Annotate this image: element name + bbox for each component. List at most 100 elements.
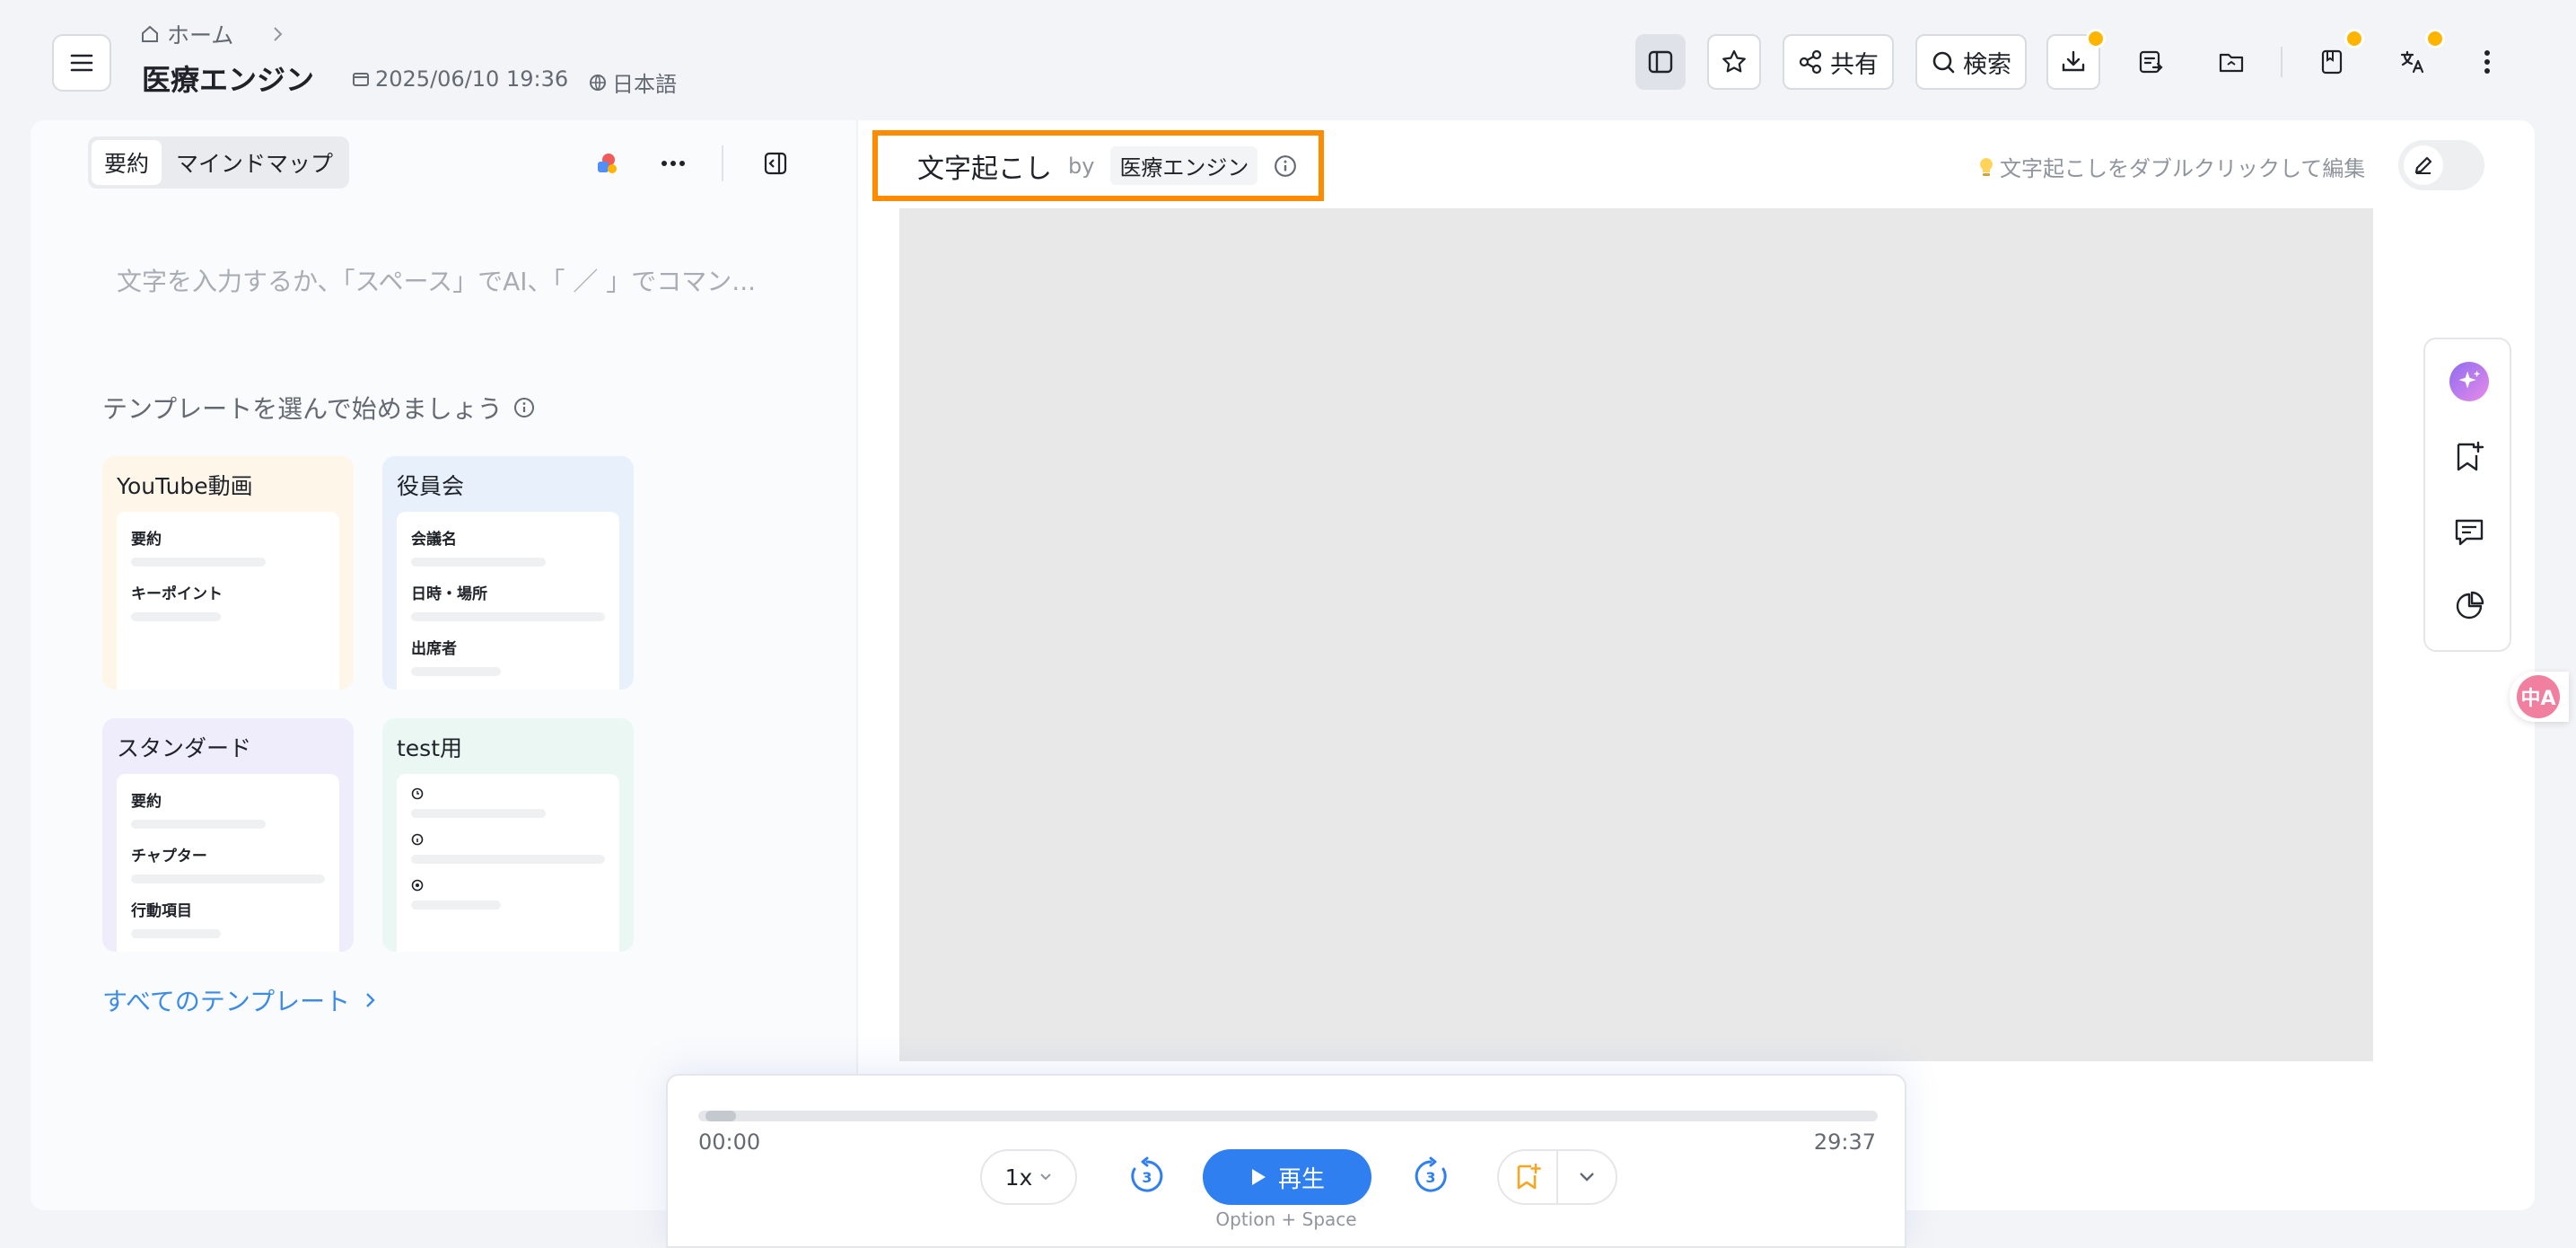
placeholder-bar: [411, 809, 546, 818]
search-icon: [1932, 51, 1955, 74]
breadcrumb: ホーム: [140, 18, 285, 50]
language-selector[interactable]: 日本語: [589, 66, 677, 98]
info-small-icon: [411, 833, 424, 846]
tab-mindmap[interactable]: マインドマップ: [163, 140, 346, 185]
share-button[interactable]: 共有: [1783, 34, 1894, 90]
template-card-test[interactable]: test用: [382, 718, 634, 952]
all-templates-link[interactable]: すべてのテンプレート: [102, 982, 377, 1018]
bookmark-add-icon: [1517, 1163, 1541, 1190]
template-card-standard[interactable]: スタンダード 要約 チャプター 行動項目: [102, 718, 354, 952]
edit-hint: 文字起こしをダブルクリックして編集: [1978, 151, 2365, 182]
template-preview: 要約 チャプター 行動項目: [117, 774, 339, 952]
collapse-panel-button[interactable]: [758, 145, 793, 181]
hamburger-icon: [70, 54, 93, 72]
shortcut-hint: Option + Space: [1215, 1208, 1357, 1230]
more-options-button[interactable]: [2465, 34, 2510, 90]
template-card-youtube[interactable]: YouTube動画 要約 キーポイント: [102, 456, 354, 690]
template-title: test用: [397, 735, 463, 761]
summary-more-button[interactable]: [655, 145, 691, 181]
move-folder-button[interactable]: [2204, 34, 2258, 90]
transcript-author[interactable]: 医療エンジン: [1110, 146, 1258, 185]
toggle-knob: [2404, 145, 2443, 185]
template-line: 行動項目: [131, 902, 192, 920]
placeholder-bar: [131, 820, 266, 829]
play-label: 再生: [1277, 1165, 1325, 1193]
collapse-panel-icon: [764, 152, 787, 175]
all-templates-label: すべてのテンプレート: [102, 987, 351, 1016]
search-label: 検索: [1963, 50, 2011, 79]
new-feature-dot: [2086, 29, 2106, 48]
audio-player: 00:00 29:37 1x 3 再生 3 Option + Space: [666, 1074, 1906, 1248]
play-icon: [1251, 1169, 1266, 1185]
page-title[interactable]: 医療エンジン: [142, 57, 314, 99]
speed-value: 1x: [1004, 1164, 1033, 1191]
comment-icon: [2455, 519, 2484, 546]
ai-assistant-button[interactable]: [2449, 361, 2490, 402]
video-area[interactable]: [899, 208, 2373, 1061]
target-icon: [411, 879, 424, 892]
template-card-board-meeting[interactable]: 役員会 会議名 日時・場所 出席者: [382, 456, 634, 690]
notebook-icon: [2321, 49, 2343, 75]
star-icon: [1722, 49, 1746, 73]
ai-assist-button[interactable]: [589, 145, 625, 181]
favorite-button[interactable]: [1707, 34, 1761, 90]
share-label: 共有: [1830, 50, 1879, 79]
chevron-right-icon: [366, 993, 375, 1007]
add-marker-button[interactable]: [1499, 1151, 1558, 1203]
top-bar: ホーム 医療エンジン 2025/06/10 19:36 日本語 共有 検索: [0, 0, 2576, 119]
summary-editor[interactable]: 文字を入力するか、「スペース」でAI、「 ／ 」でコマン...: [117, 262, 756, 298]
chevron-down-icon: [1580, 1173, 1594, 1182]
language-text: 日本語: [612, 72, 677, 97]
play-button[interactable]: 再生: [1203, 1149, 1371, 1205]
datetime-text: 2025/06/10 19:36: [375, 66, 569, 92]
playback-speed-select[interactable]: 1x: [980, 1149, 1077, 1205]
export-doc-button[interactable]: [2124, 34, 2177, 90]
template-line: 日時・場所: [411, 585, 487, 603]
comments-button[interactable]: [2449, 512, 2490, 553]
transcript-by: by: [1068, 153, 1095, 179]
template-line: 出席者: [411, 640, 457, 658]
edit-hint-text: 文字起こしをダブルクリックして編集: [2000, 156, 2366, 181]
translate-badge-icon: 中A: [2517, 675, 2560, 718]
templates-heading: テンプレートを選んで始めましょう: [102, 390, 535, 426]
side-dock: [2423, 338, 2511, 652]
menu-button[interactable]: [52, 34, 111, 92]
pencil-icon: [2414, 156, 2432, 174]
home-icon: [142, 25, 158, 42]
bookmark-add-icon: [2457, 441, 2484, 471]
panel-toggle-button[interactable]: [1635, 34, 1686, 90]
bookmark-group: [1497, 1149, 1617, 1205]
panel-toggle-icon: [1648, 50, 1673, 74]
info-icon[interactable]: [1274, 154, 1297, 178]
template-line: チャプター: [131, 848, 207, 866]
translate-button[interactable]: [2386, 29, 2445, 90]
skip-forward-button[interactable]: 3: [1409, 1155, 1452, 1198]
notebook-button[interactable]: [2305, 29, 2364, 90]
statistics-button[interactable]: [2449, 585, 2490, 627]
lightbulb-icon: [1980, 157, 1993, 176]
recording-datetime: 2025/06/10 19:36: [352, 66, 568, 92]
breadcrumb-home[interactable]: ホーム: [167, 18, 233, 50]
folder-icon: [2219, 53, 2244, 73]
info-icon: [513, 398, 534, 417]
placeholder-bar: [411, 558, 546, 567]
edit-mode-toggle[interactable]: [2398, 140, 2484, 190]
add-bookmark-button[interactable]: [2449, 436, 2490, 478]
skip-back-button[interactable]: 3: [1126, 1155, 1169, 1198]
template-line: 要約: [131, 793, 162, 811]
progress-track[interactable]: [698, 1111, 1878, 1121]
floating-translate-button[interactable]: 中A: [2510, 672, 2569, 722]
template-preview: [397, 774, 619, 952]
new-feature-dot: [2344, 29, 2364, 48]
marker-options-dropdown[interactable]: [1558, 1151, 1616, 1203]
template-line: 要約: [131, 531, 162, 549]
clock-icon: [411, 787, 424, 800]
placeholder-bar: [131, 874, 325, 883]
tab-summary[interactable]: 要約: [92, 140, 162, 185]
placeholder-bar: [131, 558, 266, 567]
template-line: キーポイント: [131, 585, 223, 603]
transcript-title: 文字起こし: [917, 153, 1052, 185]
summary-toolbar-divider: [722, 145, 723, 181]
search-button[interactable]: 検索: [1915, 34, 2027, 90]
download-button[interactable]: [2046, 29, 2106, 90]
